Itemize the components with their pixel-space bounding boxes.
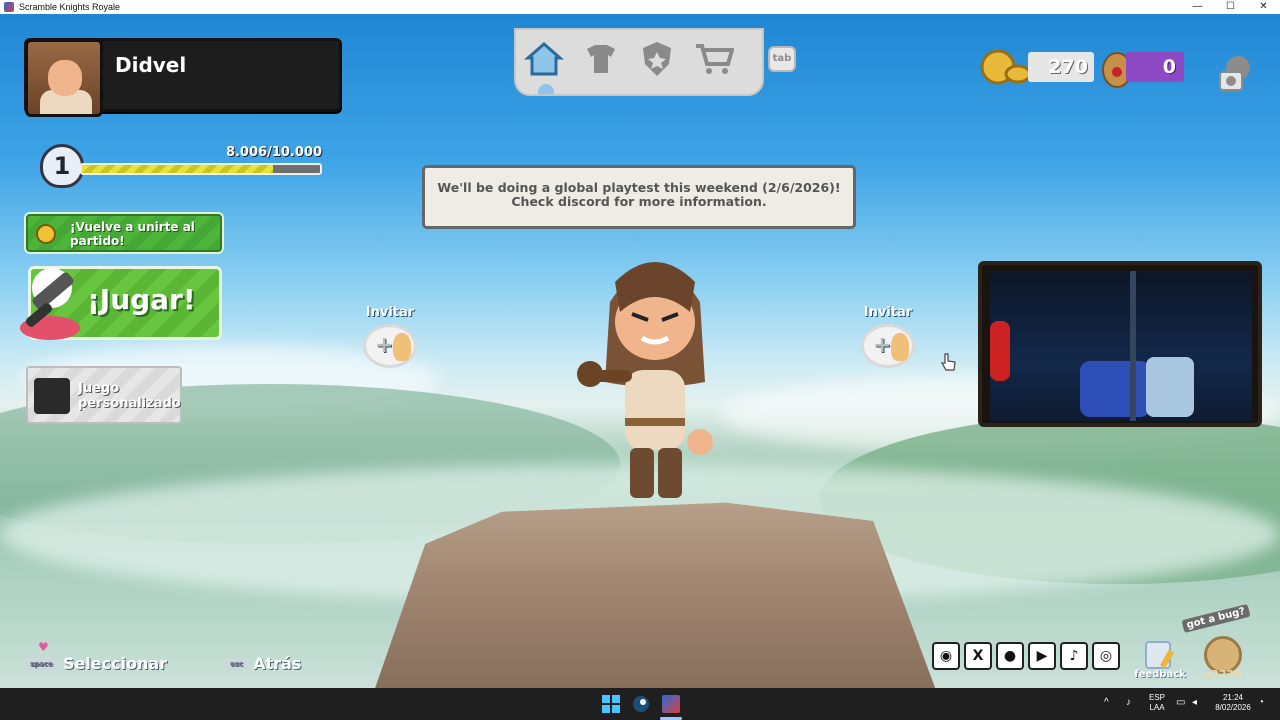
microphone-icon[interactable]: ♪ (1126, 698, 1131, 708)
xp-progress-bar (80, 163, 322, 175)
rejoin-match-button[interactable]: ¡Vuelve a unirte al partido! (26, 214, 222, 252)
space-key: space (26, 657, 57, 670)
invite-slot-left[interactable]: Invitar + (362, 305, 418, 368)
lock-icon (36, 224, 56, 244)
custom-game-label: Juego personalizado (78, 381, 181, 411)
custom-game-button[interactable]: Juego personalizado (26, 366, 182, 424)
reddit-icon[interactable]: ● (996, 642, 1024, 670)
youtube-icon[interactable]: ▶ (1028, 642, 1056, 670)
steam-icon[interactable]: ◎ (1092, 642, 1120, 670)
close-button[interactable]: ✕ (1247, 0, 1280, 14)
player-name: Didvel (115, 53, 187, 77)
player-profile-card[interactable]: Didvel (24, 38, 342, 117)
game-taskbar-icon[interactable] (662, 695, 680, 713)
feedback-label: feedback (1134, 669, 1186, 680)
gems-count: 0 (1126, 52, 1184, 82)
settings-gear-icon[interactable] (1216, 52, 1256, 92)
play-label: ¡Jugar! (87, 283, 196, 316)
avatar (25, 39, 103, 117)
window-titlebar: Scramble Knights Royale — ☐ ✕ (0, 0, 1280, 14)
network-icon[interactable]: ▭ (1176, 698, 1185, 708)
notification-bell-icon[interactable]: ◔ (1258, 698, 1264, 708)
rejoin-label: ¡Vuelve a unirte al partido! (70, 220, 195, 248)
social-links: ◉ X ● ▶ ♪ ◎ (932, 642, 1120, 670)
back-label: Atrás (253, 654, 302, 673)
maximize-button[interactable]: ☐ (1214, 0, 1247, 14)
add-friend-button[interactable]: + (861, 324, 915, 368)
xp-progress-fill (82, 165, 273, 173)
x-icon[interactable]: X (964, 642, 992, 670)
invite-slot-right[interactable]: Invitar + (860, 305, 916, 368)
steam-taskbar-icon[interactable] (632, 695, 650, 713)
home-icon[interactable] (523, 39, 565, 79)
coins-count: 270 (1028, 52, 1094, 82)
announcement-banner: We'll be doing a global playtest this we… (422, 165, 856, 229)
invite-label: Invitar (365, 305, 415, 320)
clipboard-icon (1145, 641, 1175, 669)
sword-icon (20, 268, 80, 340)
esc-key: esc (226, 657, 248, 670)
coins-icon (980, 49, 1032, 85)
add-friend-button[interactable]: + (363, 324, 417, 368)
version-label: v2229 (1204, 668, 1242, 681)
feedback-button[interactable]: feedback (1134, 640, 1186, 686)
volume-icon[interactable]: ◂ (1192, 698, 1197, 708)
window-title: Scramble Knights Royale (19, 2, 121, 12)
clock-date: 8/02/2026 (1215, 703, 1251, 712)
back-hint[interactable]: esc Atrás (226, 654, 301, 673)
shirt-brush-icon[interactable] (580, 39, 622, 79)
select-hint: space Seleccionar (26, 654, 167, 673)
xp-text: 8.006/10.000 (225, 145, 322, 160)
clock[interactable]: 21:24 8/02/2026 (1210, 693, 1256, 713)
windows-taskbar: ^ ♪ ESP LAA ▭ ◂ 21:24 8/02/2026 ◔ (0, 688, 1280, 720)
minimize-button[interactable]: — (1181, 0, 1214, 14)
window-controls: — ☐ ✕ (1181, 0, 1280, 14)
bug-label: got a bug? (1181, 603, 1251, 634)
heart-icon: ♥ (38, 640, 49, 654)
windows-start-icon[interactable] (602, 695, 620, 713)
bug-report-button[interactable]: got a bug? v2229 (1181, 603, 1251, 686)
active-tab-indicator (538, 84, 554, 94)
select-label: Seleccionar (62, 654, 168, 673)
cart-icon[interactable] (693, 39, 735, 79)
player-character (577, 262, 713, 498)
shield-star-icon[interactable] (636, 39, 678, 79)
tiktok-icon[interactable]: ♪ (1060, 642, 1088, 670)
external-link-icon (34, 378, 70, 414)
webcam-overlay (978, 261, 1262, 427)
invite-label: Invitar (863, 305, 913, 320)
app-icon (4, 2, 14, 12)
discord-icon[interactable]: ◉ (932, 642, 960, 670)
level-badge: 1 (40, 144, 84, 188)
hand-cursor-icon (940, 353, 956, 371)
top-navigation (514, 28, 764, 96)
clock-time: 21:24 (1222, 693, 1244, 702)
language-indicator[interactable]: ESP LAA (1146, 693, 1168, 713)
game-viewport: Didvel 1 8.006/10.000 ¡Vuelve a unirte a… (0, 14, 1280, 688)
tray-chevron-icon[interactable]: ^ (1104, 698, 1109, 708)
tab-key-hint: tab (768, 46, 796, 72)
